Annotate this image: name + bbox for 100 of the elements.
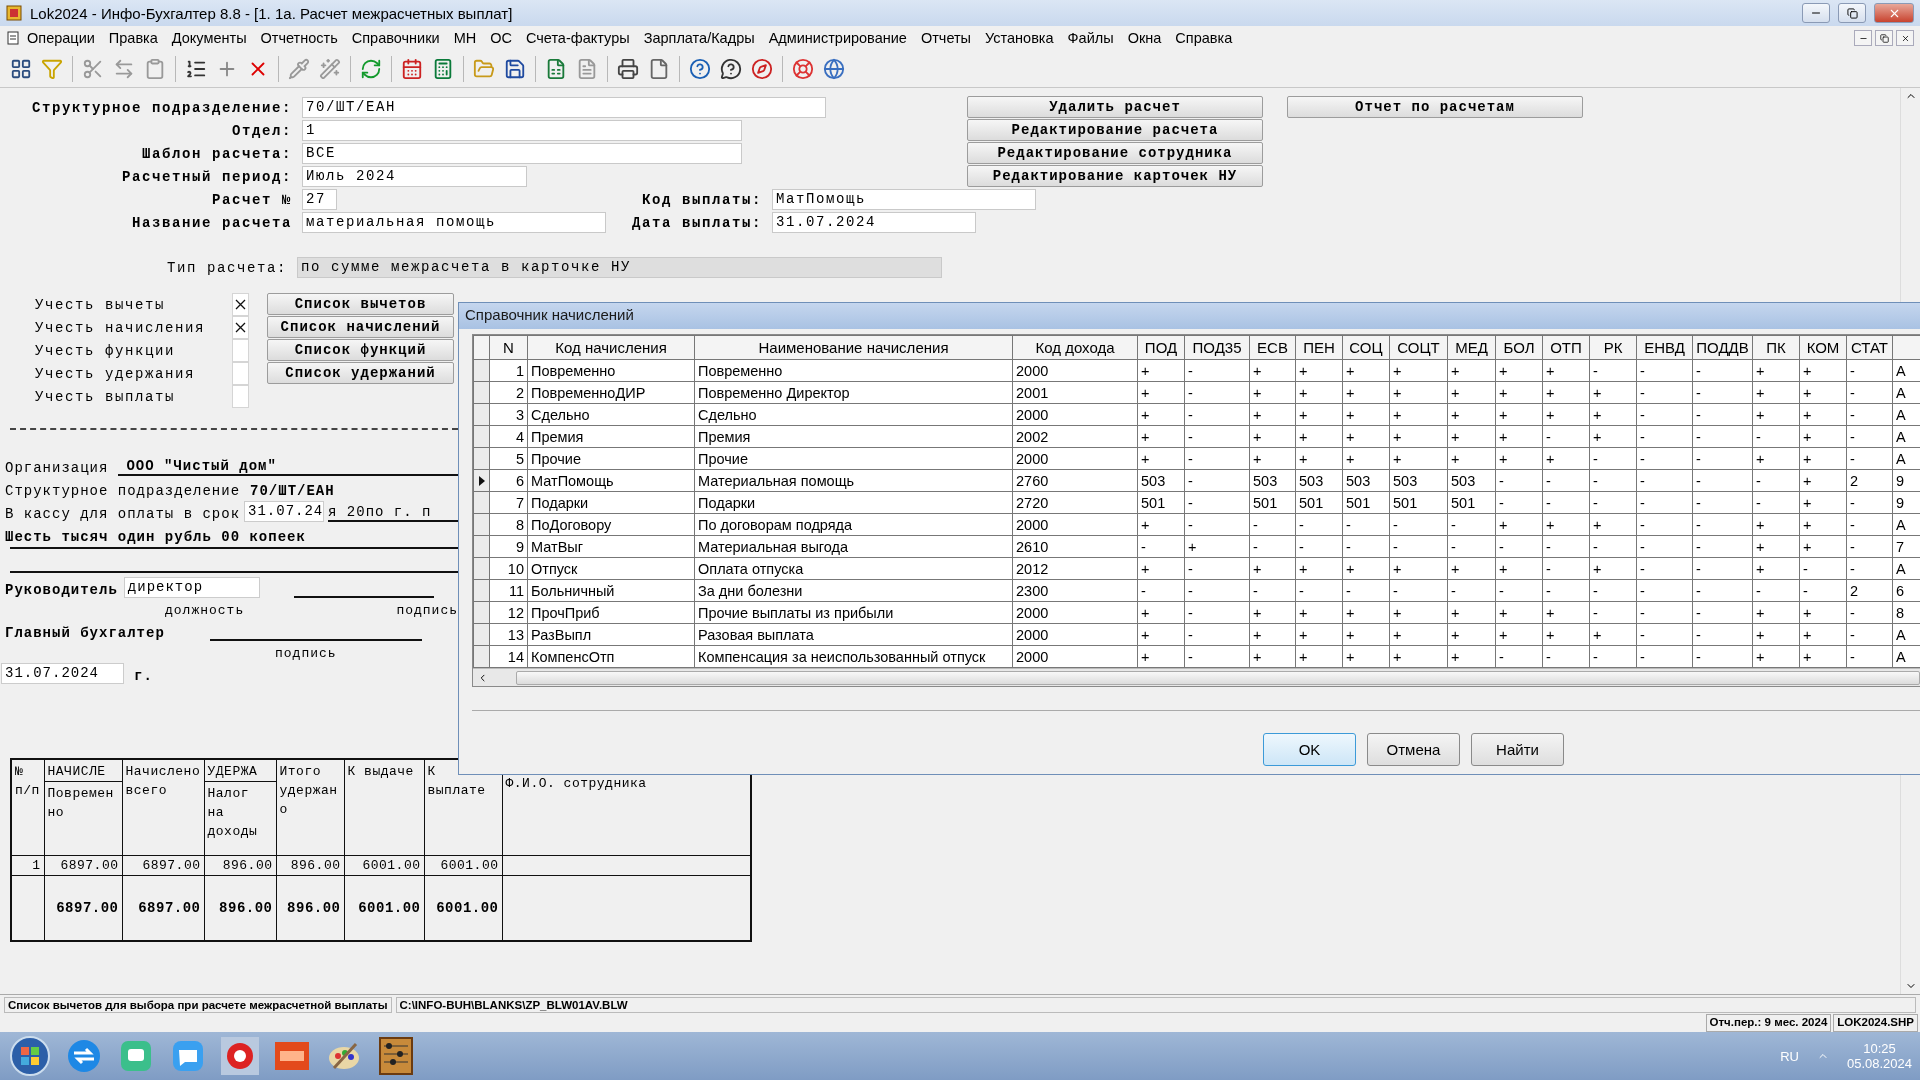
table-cell: -: [1389, 579, 1448, 602]
table-cell: Материальная выгода: [694, 535, 1013, 558]
table-cell: 1: [11, 855, 44, 875]
table-cell: 1: [489, 359, 528, 382]
table-cell: -: [1542, 425, 1590, 448]
table-cell: -: [1495, 645, 1543, 668]
table-cell: -: [1295, 579, 1343, 602]
table-cell: 896.00: [276, 855, 344, 875]
table-cell: 2610: [1012, 535, 1138, 558]
table-cell: -: [1636, 557, 1693, 580]
table-cell: +: [1342, 645, 1390, 668]
table-cell: +: [1389, 359, 1448, 382]
table-cell: -: [1542, 491, 1590, 514]
table-cell: -: [1184, 359, 1250, 382]
table-cell: -: [1589, 579, 1637, 602]
table-cell: +: [1542, 403, 1590, 426]
table-cell: 12: [489, 601, 528, 624]
table-cell: -: [1692, 403, 1753, 426]
table-cell: +: [1137, 623, 1185, 646]
subdivision-value: 70/ШТ/ЕАН: [250, 483, 335, 499]
table-cell: -: [1846, 601, 1893, 624]
table-cell: +: [1295, 557, 1343, 580]
table-cell: 2002: [1012, 425, 1138, 448]
table-cell: -: [1184, 513, 1250, 536]
table-cell: +: [1295, 381, 1343, 404]
table-cell: 2: [489, 381, 528, 404]
table-cell: +: [1342, 381, 1390, 404]
table-cell: +: [1799, 359, 1847, 382]
table-cell: 2300: [1012, 579, 1138, 602]
table-cell: Оплата отпуска: [694, 557, 1013, 580]
table-cell: 2000: [1012, 623, 1138, 646]
table-cell: +: [1342, 557, 1390, 580]
table-cell: +: [1249, 359, 1296, 382]
table-cell: -: [1846, 513, 1893, 536]
table-cell: +: [1295, 623, 1343, 646]
voucher-label: Главный бухгалтер: [5, 625, 165, 641]
table-cell: 2000: [1012, 403, 1138, 426]
table-cell: -: [1342, 535, 1390, 558]
table-cell: +: [1447, 557, 1496, 580]
table-cell: +: [1447, 359, 1496, 382]
table-cell: -: [1799, 579, 1847, 602]
table-cell: 6897.00: [44, 855, 122, 875]
table-cell: -: [1636, 623, 1693, 646]
table-cell: -: [1342, 579, 1390, 602]
table-cell: +: [1389, 447, 1448, 470]
table-cell: +: [1542, 623, 1590, 646]
table-cell: +: [1342, 447, 1390, 470]
table-cell: -: [1846, 447, 1893, 470]
table-cell: -: [1846, 381, 1893, 404]
table-cell: 14: [489, 645, 528, 668]
table-cell: +: [1447, 623, 1496, 646]
table-cell: +: [1295, 601, 1343, 624]
field-label: Дата выплаты:: [630, 214, 763, 231]
table-cell: +: [1249, 381, 1296, 404]
table-cell: ПрочПриб: [527, 601, 695, 624]
table-cell: +: [1799, 425, 1847, 448]
table-cell: Больничный: [527, 579, 695, 602]
table-cell: +: [1342, 601, 1390, 624]
voucher-label: Организация: [5, 460, 109, 476]
voucher-label: Структурное подразделение: [5, 483, 241, 499]
table-cell: -: [1636, 447, 1693, 470]
table-cell: -: [1389, 535, 1448, 558]
table-cell: +: [1752, 535, 1800, 558]
table-cell: +: [1342, 623, 1390, 646]
info-cell: LOK2024.SHP: [1833, 1014, 1918, 1032]
table-cell: +: [1589, 381, 1637, 404]
table-cell: 503: [1137, 469, 1185, 492]
table-cell: -: [1636, 469, 1693, 492]
table-cell: +: [1799, 447, 1847, 470]
table-cell: -: [1692, 491, 1753, 514]
table-cell: -: [1846, 645, 1893, 668]
column-header: НАЧИСЛЕ Повременно: [44, 759, 122, 855]
table-cell: 2: [1846, 579, 1893, 602]
table-cell: +: [1495, 381, 1543, 404]
table-cell: +: [1137, 447, 1185, 470]
table-cell: +: [1752, 645, 1800, 668]
table-cell: +: [1799, 535, 1847, 558]
table-cell: -: [1692, 425, 1753, 448]
table-cell: -: [1447, 513, 1496, 536]
table-cell: +: [1389, 645, 1448, 668]
table-cell: -: [1184, 579, 1250, 602]
table-cell: -: [1184, 491, 1250, 514]
table-cell: 3: [489, 403, 528, 426]
table-cell: -: [1752, 425, 1800, 448]
table-cell: Повременно: [694, 359, 1013, 382]
table-cell: +: [1752, 601, 1800, 624]
window-title: Lok2024 - Инфо-Бухгалтер 8.8 - [1. 1а. Расчет межрасчетных выплат]: [30, 4, 514, 22]
option-label: Учесть начисления: [35, 319, 207, 336]
table-cell: +: [1249, 403, 1296, 426]
table-cell: +: [1295, 403, 1343, 426]
table-cell: 6897.00: [122, 855, 204, 875]
table-cell: 2760: [1012, 469, 1138, 492]
table-cell: -: [1295, 535, 1343, 558]
table-cell: +: [1799, 623, 1847, 646]
table-cell: -: [1542, 469, 1590, 492]
table-cell: +: [1752, 447, 1800, 470]
table-cell: 503: [1295, 469, 1343, 492]
table-cell: 2: [1846, 469, 1893, 492]
table-cell: -: [1295, 513, 1343, 536]
table-cell: 503: [1389, 469, 1448, 492]
